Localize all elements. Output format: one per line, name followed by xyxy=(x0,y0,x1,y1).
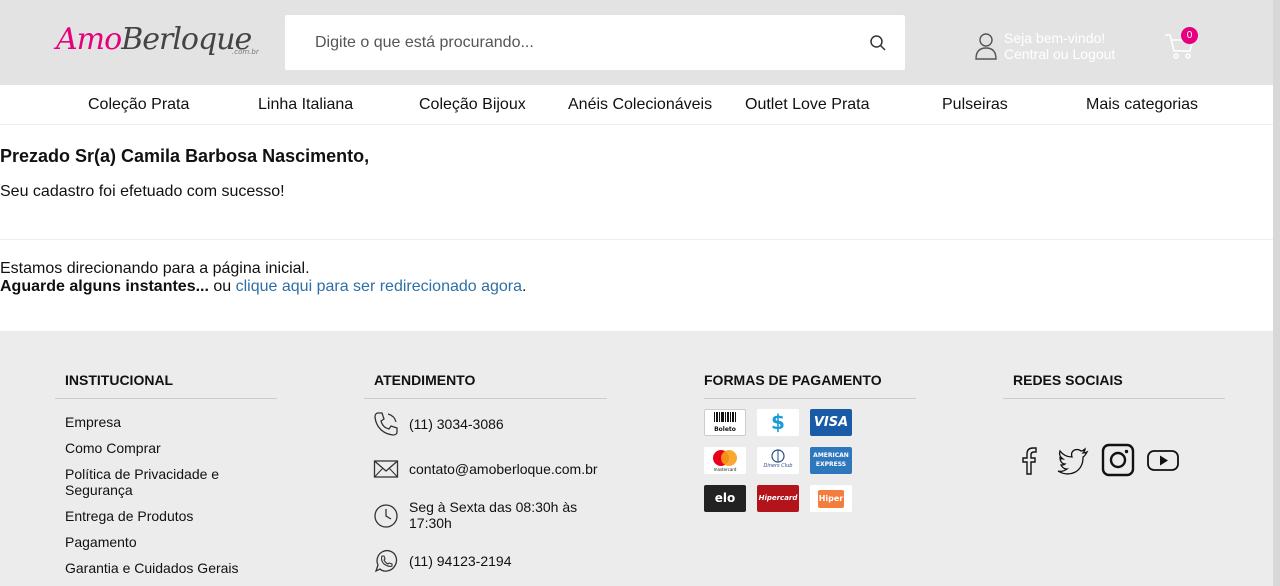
footer-link-entrega[interactable]: Entrega de Produtos xyxy=(65,508,193,524)
nav-mais-categorias[interactable]: Mais categorias xyxy=(1086,96,1198,114)
diners-icon: Diners Club xyxy=(757,447,799,474)
search-placeholder: Digite o que está procurando... xyxy=(315,34,534,51)
welcome-text: Seja bem-vindo! xyxy=(1004,30,1106,46)
site-logo[interactable]: AmoBerloque .com.br xyxy=(56,18,259,68)
hiper-label: Hiper xyxy=(818,490,844,508)
twitter-icon[interactable] xyxy=(1056,443,1090,477)
contact-email[interactable]: contato@amoberloque.com.br xyxy=(409,461,598,477)
footer-heading-institucional: INSTITUCIONAL xyxy=(65,372,174,388)
account-links[interactable]: Seja bem-vindo! Central ou Logout xyxy=(1004,30,1115,62)
clock-icon xyxy=(374,504,398,528)
redirect-notice: Estamos direcionando para a página inici… xyxy=(0,260,310,277)
greeting-title: Prezado Sr(a) Camila Barbosa Nascimento, xyxy=(0,146,370,166)
contact-phone[interactable]: (11) 3034-3086 xyxy=(409,416,504,432)
contact-hours: Seg à Sexta das 08:30h às 17:30h xyxy=(409,499,578,531)
footer-heading-pagamento: FORMAS DE PAGAMENTO xyxy=(704,372,882,388)
footer-rule xyxy=(1003,398,1225,399)
account-logout-link[interactable]: Central ou Logout xyxy=(1004,46,1115,62)
instagram-icon[interactable] xyxy=(1101,443,1135,477)
dollar-icon: $ xyxy=(757,409,799,436)
footer-link-privacidade[interactable]: Política de Privacidade e Segurança xyxy=(65,466,265,498)
content-divider xyxy=(0,239,1280,240)
search-icon[interactable] xyxy=(869,34,887,52)
logo-amo-text: Amo xyxy=(56,22,122,57)
redirect-wait-text: Aguarde alguns instantes... xyxy=(0,278,209,295)
hipercard-icon: Hipercard xyxy=(757,485,799,512)
footer-rule xyxy=(364,398,607,399)
user-icon[interactable] xyxy=(974,32,998,60)
contact-whatsapp[interactable]: (11) 94123-2194 xyxy=(409,553,511,569)
nav-aneis-colecionaveis[interactable]: Anéis Colecionáveis xyxy=(568,96,712,114)
success-message: Seu cadastro foi efetuado com sucesso! xyxy=(0,183,285,200)
footer-link-empresa[interactable]: Empresa xyxy=(65,414,121,430)
redirect-now-link[interactable]: clique aqui para ser redirecionado agora xyxy=(236,278,522,295)
mastercard-icon: mastercard xyxy=(704,447,746,474)
mastercard-label: mastercard xyxy=(713,467,737,472)
elo-icon: elo xyxy=(704,485,746,512)
redirect-wait-line: Aguarde alguns instantes... ou clique aq… xyxy=(0,278,526,296)
amex-icon: AMERICAN EXPRESS xyxy=(810,447,852,474)
nav-colecao-bijoux[interactable]: Coleção Bijoux xyxy=(419,96,526,114)
footer-heading-redes: REDES SOCIAIS xyxy=(1013,372,1123,388)
phone-icon xyxy=(374,412,398,436)
nav-linha-italiana[interactable]: Linha Italiana xyxy=(258,96,353,114)
nav-outlet-love-prata[interactable]: Outlet Love Prata xyxy=(745,96,870,114)
footer-rule xyxy=(704,398,916,399)
footer-link-garantia[interactable]: Garantia e Cuidados Gerais xyxy=(65,560,239,576)
boleto-label: Boleto xyxy=(714,426,736,433)
page-scrollbar[interactable] xyxy=(1273,0,1280,586)
nav-pulseiras[interactable]: Pulseiras xyxy=(942,96,1008,114)
hiper-icon: Hiper xyxy=(810,485,852,512)
nav-colecao-prata[interactable]: Coleção Prata xyxy=(88,96,189,114)
footer-heading-atendimento: ATENDIMENTO xyxy=(374,372,476,388)
boleto-icon: Boleto xyxy=(704,409,746,436)
youtube-icon[interactable] xyxy=(1146,443,1180,477)
cart-count-badge: 0 xyxy=(1181,27,1198,44)
redirect-or-text: ou xyxy=(208,278,236,295)
site-footer: INSTITUCIONAL Empresa Como Comprar Polít… xyxy=(0,331,1280,586)
diners-label: Diners Club xyxy=(763,463,793,469)
site-header: AmoBerloque .com.br Digite o que está pr… xyxy=(0,0,1280,85)
category-nav: Coleção Prata Linha Italiana Coleção Bij… xyxy=(0,85,1280,125)
redirect-period: . xyxy=(522,278,527,295)
search-input[interactable]: Digite o que está procurando... xyxy=(285,15,905,70)
footer-link-pagamento[interactable]: Pagamento xyxy=(65,534,137,550)
footer-link-como-comprar[interactable]: Como Comprar xyxy=(65,440,161,456)
visa-icon: VISA xyxy=(810,409,852,436)
email-icon xyxy=(373,460,399,478)
footer-rule xyxy=(55,398,277,399)
facebook-icon[interactable] xyxy=(1013,443,1047,477)
whatsapp-icon xyxy=(374,550,398,573)
logo-domain-suffix: .com.br xyxy=(232,48,259,56)
